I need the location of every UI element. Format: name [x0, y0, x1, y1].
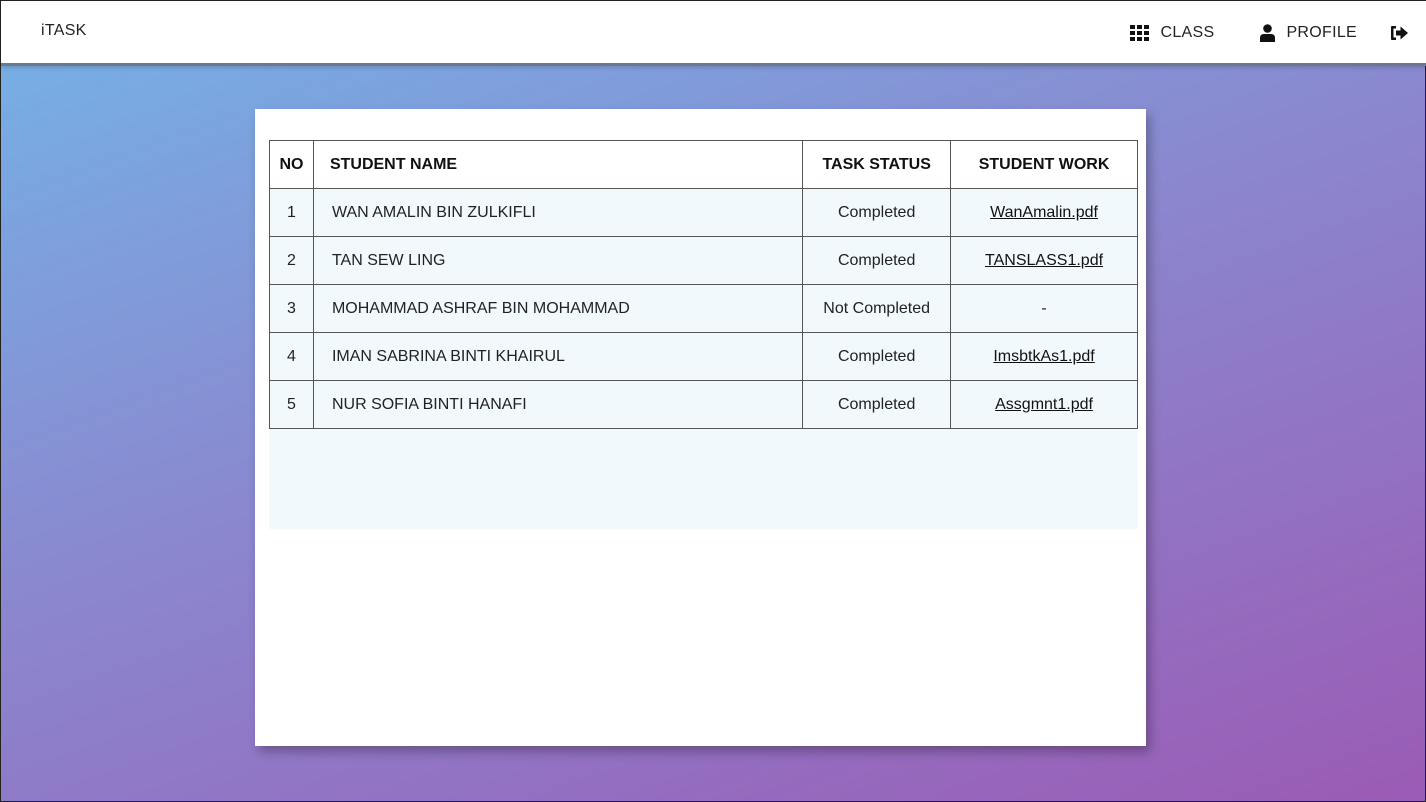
table-row: 3 MOHAMMAD ASHRAF BIN MOHAMMAD Not Compl… [269, 284, 1138, 333]
header-student-work: STUDENT WORK [950, 140, 1138, 189]
table-row: 4 IMAN SABRINA BINTI KHAIRUL Completed I… [269, 332, 1138, 381]
student-work-link[interactable]: ImsbtkAs1.pdf [993, 348, 1094, 365]
top-navbar: iTASK CLASS PROFILE [1, 1, 1426, 66]
student-name: NUR SOFIA BINTI HANAFI [312, 380, 804, 429]
row-number: 4 [269, 332, 314, 381]
nav-profile-label: PROFILE [1286, 24, 1357, 41]
header-task-status: TASK STATUS [802, 140, 952, 189]
student-work-link[interactable]: Assgmnt1.pdf [995, 396, 1093, 413]
table-header-row: NO STUDENT NAME TASK STATUS STUDENT WORK [269, 140, 1138, 189]
grid-icon [1130, 25, 1150, 41]
logout-button[interactable] [1390, 25, 1409, 41]
student-work-empty: - [950, 284, 1138, 333]
table-container: NO STUDENT NAME TASK STATUS STUDENT WORK… [269, 140, 1138, 529]
student-name: TAN SEW LING [312, 236, 804, 285]
nav-menu: CLASS PROFILE [1130, 19, 1409, 47]
task-status: Not Completed [802, 284, 952, 333]
task-status: Completed [802, 332, 952, 381]
nav-profile-link[interactable]: PROFILE [1260, 24, 1357, 42]
nav-class-link[interactable]: CLASS [1130, 24, 1214, 42]
sign-out-icon [1391, 26, 1408, 40]
student-name: IMAN SABRINA BINTI KHAIRUL [312, 332, 804, 381]
student-table: NO STUDENT NAME TASK STATUS STUDENT WORK… [269, 140, 1138, 429]
table-row: 1 WAN AMALIN BIN ZULKIFLI Completed WanA… [269, 188, 1138, 237]
user-icon [1260, 24, 1276, 42]
student-name: WAN AMALIN BIN ZULKIFLI [312, 188, 804, 237]
table-row: 5 NUR SOFIA BINTI HANAFI Completed Assgm… [269, 380, 1138, 429]
header-no: NO [269, 140, 314, 189]
task-status: Completed [802, 380, 952, 429]
header-student-name: STUDENT NAME [312, 140, 804, 189]
student-name: MOHAMMAD ASHRAF BIN MOHAMMAD [312, 284, 804, 333]
student-work-cell: Assgmnt1.pdf [950, 380, 1138, 429]
nav-class-label: CLASS [1160, 24, 1215, 41]
student-work-cell: WanAmalin.pdf [950, 188, 1138, 237]
brand-logo[interactable]: iTASK [41, 22, 87, 40]
row-number: 1 [269, 188, 314, 237]
row-number: 2 [269, 236, 314, 285]
row-number: 3 [269, 284, 314, 333]
student-work-link[interactable]: WanAmalin.pdf [990, 204, 1098, 221]
student-work-cell: ImsbtkAs1.pdf [950, 332, 1138, 381]
task-status: Completed [802, 188, 952, 237]
student-work-card: NO STUDENT NAME TASK STATUS STUDENT WORK… [255, 109, 1146, 746]
row-number: 5 [269, 380, 314, 429]
task-status: Completed [802, 236, 952, 285]
table-row: 2 TAN SEW LING Completed TANSLASS1.pdf [269, 236, 1138, 285]
student-work-link[interactable]: TANSLASS1.pdf [985, 252, 1103, 269]
student-work-cell: TANSLASS1.pdf [950, 236, 1138, 285]
